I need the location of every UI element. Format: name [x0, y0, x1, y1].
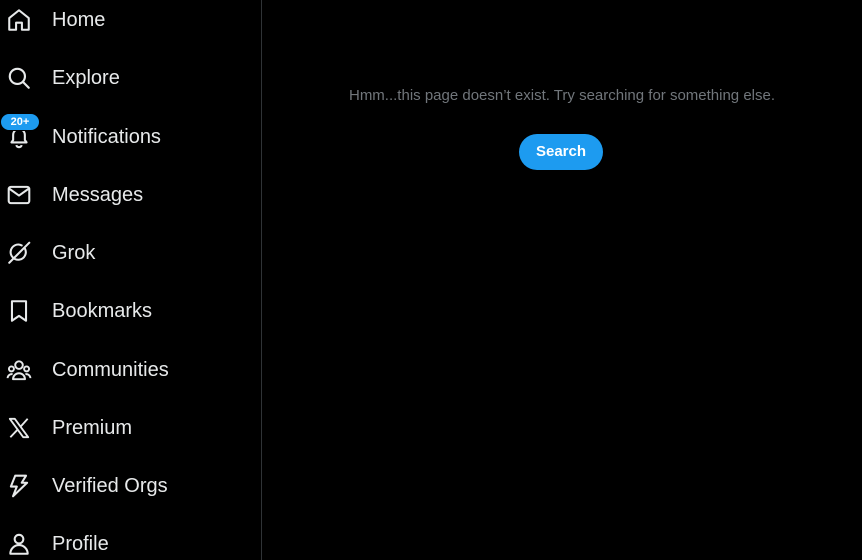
- sidebar-item-communities[interactable]: Communities: [0, 348, 169, 392]
- app-window: Home Explore 20+ Notifications Messages …: [0, 0, 862, 560]
- sidebar-nav: Home Explore 20+ Notifications Messages …: [0, 0, 262, 560]
- sidebar-item-label: Home: [52, 9, 106, 31]
- envelope-icon: [6, 182, 32, 208]
- bookmark-icon: [6, 298, 32, 324]
- sidebar-item-verified-orgs[interactable]: Verified Orgs: [0, 464, 168, 508]
- search-icon: [6, 65, 32, 91]
- page-not-found-message: Hmm...this page doesn’t exist. Try searc…: [348, 87, 776, 104]
- lightning-icon: [6, 473, 32, 499]
- sidebar-item-label: Premium: [52, 417, 133, 439]
- bell-icon: 20+: [0, 113, 40, 150]
- sidebar-item-label: Explore: [52, 67, 120, 89]
- sidebar-item-label: Notifications: [52, 126, 161, 148]
- sidebar-item-label: Messages: [52, 184, 144, 206]
- sidebar-item-label: Bookmarks: [52, 300, 153, 322]
- home-icon: [6, 7, 32, 33]
- communities-icon: [6, 357, 32, 383]
- sidebar-item-profile[interactable]: Profile: [0, 522, 109, 560]
- main-content: Hmm...this page doesn’t exist. Try searc…: [262, 0, 862, 560]
- search-button[interactable]: Search: [519, 134, 603, 170]
- grok-icon: [6, 240, 32, 266]
- sidebar-item-home[interactable]: Home: [0, 0, 105, 42]
- sidebar-item-label: Communities: [52, 359, 169, 381]
- sidebar-item-premium[interactable]: Premium: [0, 406, 132, 450]
- sidebar-item-notifications[interactable]: 20+ Notifications: [0, 113, 161, 159]
- sidebar-item-label: Verified Orgs: [52, 475, 168, 497]
- sidebar-item-explore[interactable]: Explore: [0, 56, 120, 100]
- sidebar-item-label: Profile: [52, 533, 109, 555]
- sidebar-item-label: Grok: [52, 242, 96, 264]
- x-logo-icon: [6, 415, 32, 441]
- person-icon: [6, 531, 32, 557]
- notification-count-badge: 20+: [0, 113, 40, 131]
- sidebar-item-grok[interactable]: Grok: [0, 231, 95, 275]
- sidebar-item-bookmarks[interactable]: Bookmarks: [0, 289, 152, 333]
- sidebar-item-messages[interactable]: Messages: [0, 173, 143, 217]
